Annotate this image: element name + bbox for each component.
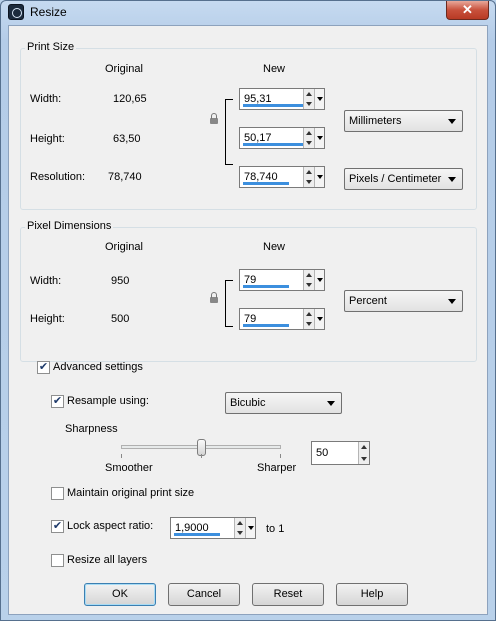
pixel-height-original: 500 bbox=[111, 313, 130, 325]
sharpness-label: Sharpness bbox=[65, 423, 118, 435]
check-icon: ✔ bbox=[52, 395, 63, 407]
ok-button[interactable]: OK bbox=[84, 583, 156, 606]
pixel-dimensions-group: Pixel Dimensions Original New Width: 950… bbox=[20, 220, 477, 362]
resample-method-value: Bicubic bbox=[230, 397, 266, 409]
chevron-down-icon bbox=[448, 119, 456, 124]
print-width-original: 120,65 bbox=[113, 93, 147, 105]
chevron-down-icon bbox=[327, 401, 335, 406]
pixel-width-label: Width: bbox=[30, 275, 62, 287]
input-underline bbox=[243, 324, 289, 327]
spin-arrows-icon[interactable] bbox=[303, 167, 314, 187]
window-title: Resize bbox=[30, 5, 67, 19]
link-bracket bbox=[225, 99, 233, 165]
print-width-input[interactable]: 95,31 bbox=[239, 88, 325, 110]
dropdown-arrow-icon[interactable] bbox=[314, 89, 324, 109]
resolution-label: Resolution: bbox=[30, 171, 86, 183]
smoother-label: Smoother bbox=[105, 462, 153, 474]
maintain-print-size-label: Maintain original print size bbox=[67, 487, 195, 499]
pixel-height-input[interactable]: 79 bbox=[239, 308, 325, 330]
resample-method-select[interactable]: Bicubic bbox=[225, 392, 342, 414]
spin-arrows-icon[interactable] bbox=[358, 442, 369, 464]
dialog-body: Print Size Original New Width: 120,65 95… bbox=[8, 25, 488, 615]
advanced-settings-checkbox[interactable]: ✔ bbox=[37, 361, 50, 374]
resolution-units-value: Pixels / Centimeter bbox=[349, 173, 442, 185]
pixel-units-select[interactable]: Percent bbox=[344, 290, 463, 312]
slider-tick bbox=[121, 454, 122, 458]
title-bar[interactable]: Resize ✕ bbox=[1, 1, 495, 23]
pixel-units-value: Percent bbox=[349, 295, 387, 307]
app-icon bbox=[8, 4, 24, 20]
input-underline bbox=[243, 104, 303, 107]
check-icon: ✔ bbox=[52, 520, 63, 532]
pixel-width-input[interactable]: 79 bbox=[239, 269, 325, 291]
sharpness-value: 50 bbox=[316, 447, 329, 459]
spin-arrows-icon[interactable] bbox=[234, 518, 245, 538]
lock-aspect-checkbox[interactable]: ✔ bbox=[51, 520, 64, 533]
input-underline bbox=[243, 143, 303, 146]
print-height-input[interactable]: 50,17 bbox=[239, 127, 325, 149]
pixel-dimensions-title: Pixel Dimensions bbox=[25, 220, 114, 232]
dropdown-arrow-icon[interactable] bbox=[314, 128, 324, 148]
input-underline bbox=[243, 285, 289, 288]
resample-checkbox[interactable]: ✔ bbox=[51, 395, 64, 408]
spin-arrows-icon[interactable] bbox=[303, 128, 314, 148]
dropdown-arrow-icon[interactable] bbox=[245, 518, 255, 538]
aspect-ratio-input[interactable]: 1,9000 bbox=[170, 517, 256, 539]
slider-tick bbox=[280, 454, 281, 458]
pixel-original-header: Original bbox=[105, 241, 143, 253]
pixel-width-original: 950 bbox=[111, 275, 130, 287]
resize-dialog: Resize ✕ Print Size Original New Width: … bbox=[0, 0, 496, 621]
spin-arrows-icon[interactable] bbox=[303, 270, 314, 290]
dropdown-arrow-icon[interactable] bbox=[314, 270, 324, 290]
resample-label: Resample using: bbox=[67, 395, 149, 407]
chevron-down-icon bbox=[448, 177, 456, 182]
spin-arrows-icon[interactable] bbox=[303, 89, 314, 109]
cancel-button[interactable]: Cancel bbox=[168, 583, 240, 606]
print-units-value: Millimeters bbox=[349, 115, 402, 127]
print-original-header: Original bbox=[105, 63, 143, 75]
sharper-label: Sharper bbox=[257, 462, 297, 474]
input-underline bbox=[243, 182, 289, 185]
maintain-print-size-checkbox[interactable] bbox=[51, 487, 64, 500]
chevron-down-icon bbox=[448, 299, 456, 304]
lock-icon bbox=[210, 292, 218, 303]
print-new-header: New bbox=[263, 63, 286, 75]
check-icon: ✔ bbox=[38, 361, 49, 373]
resize-all-layers-checkbox[interactable] bbox=[51, 554, 64, 567]
dropdown-arrow-icon[interactable] bbox=[314, 167, 324, 187]
resolution-original: 78,740 bbox=[108, 171, 142, 183]
resolution-units-select[interactable]: Pixels / Centimeter bbox=[344, 168, 463, 190]
print-size-group: Print Size Original New Width: 120,65 95… bbox=[20, 41, 477, 210]
close-button[interactable]: ✕ bbox=[446, 1, 489, 20]
print-size-title: Print Size bbox=[25, 41, 77, 53]
slider-tick bbox=[201, 454, 202, 458]
sharpness-input[interactable]: 50 bbox=[311, 441, 370, 465]
pixel-new-header: New bbox=[263, 241, 286, 253]
lock-icon bbox=[210, 113, 218, 124]
advanced-settings-label: Advanced settings bbox=[53, 361, 143, 373]
print-height-original: 63,50 bbox=[113, 133, 141, 145]
resolution-input[interactable]: 78,740 bbox=[239, 166, 325, 188]
link-bracket bbox=[225, 280, 233, 327]
pixel-height-label: Height: bbox=[30, 313, 65, 325]
reset-button[interactable]: Reset bbox=[252, 583, 324, 606]
print-width-label: Width: bbox=[30, 93, 62, 105]
print-units-select[interactable]: Millimeters bbox=[344, 110, 463, 132]
to-one-label: to 1 bbox=[266, 523, 285, 535]
input-underline bbox=[174, 533, 220, 536]
resize-all-layers-label: Resize all layers bbox=[67, 554, 148, 566]
dropdown-arrow-icon[interactable] bbox=[314, 309, 324, 329]
spin-arrows-icon[interactable] bbox=[303, 309, 314, 329]
lock-aspect-label: Lock aspect ratio: bbox=[67, 520, 154, 532]
print-height-label: Height: bbox=[30, 133, 65, 145]
help-button[interactable]: Help bbox=[336, 583, 408, 606]
